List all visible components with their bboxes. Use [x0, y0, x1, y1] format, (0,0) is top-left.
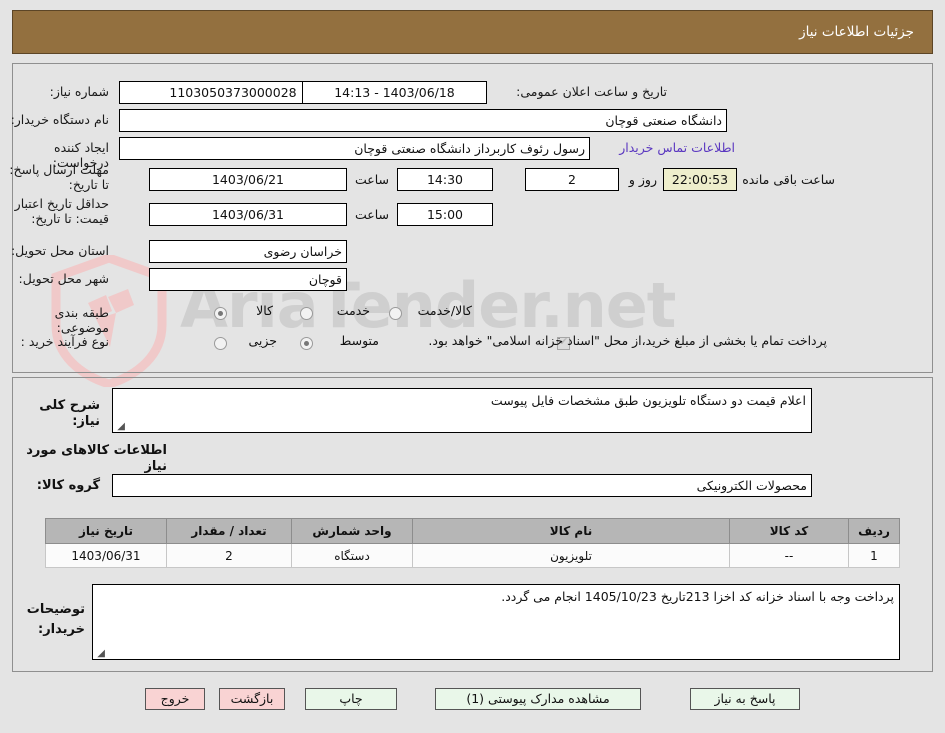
buyer-comments-textarea[interactable]: پرداخت وجه با اسناد خزانه کد اخزا 213تار… [92, 584, 900, 660]
cell-vahed: دستگاه [291, 543, 413, 568]
city-label: شهر محل تحویل: [18, 271, 109, 286]
response-deadline-date: 1403/06/21 [149, 168, 347, 191]
price-validity-time-label: ساعت [354, 207, 389, 222]
buyer-org-label: نام دستگاه خریدار: [10, 112, 109, 127]
countdown-timer: 22:00:53 [663, 168, 737, 191]
radio-process-jozei[interactable] [214, 337, 227, 350]
buyer-comments-label: توضیحات خریدار: [26, 602, 85, 637]
cell-radif: 1 [848, 543, 900, 568]
col-nam-kala: نام کالا [412, 518, 730, 544]
response-deadline-time-label: ساعت [354, 172, 389, 187]
table-header-row: ردیف کد کالا نام کالا واحد شمارش تعداد /… [45, 518, 900, 544]
province-value: خراسان رضوی [149, 240, 347, 263]
response-deadline-time: 14:30 [397, 168, 493, 191]
announce-datetime-value: 1403/06/18 - 14:13 [302, 81, 487, 104]
col-vahed: واحد شمارش [291, 518, 413, 544]
page-root: AriaTender.net جزئیات اطلاعات نیاز شماره… [0, 0, 945, 733]
price-validity-date: 1403/06/31 [149, 203, 347, 226]
process-type-label: نوع فرآیند خرید : [20, 334, 109, 349]
radio-process-motavaset-label: متوسط [339, 333, 379, 348]
buyer-comments-value: پرداخت وجه با اسناد خزانه کد اخزا 213تار… [501, 589, 894, 604]
radio-category-kala-label: کالا [256, 303, 273, 318]
table-row[interactable]: 1 -- تلویزیون دستگاه 2 1403/06/31 [45, 543, 900, 568]
resize-grip-icon[interactable]: ◢ [115, 422, 125, 432]
price-validity-label: حداقل تاریخ اعتبار قیمت: تا تاریخ: [14, 196, 109, 226]
buyer-org-value: دانشگاه صنعتی قوچان [119, 109, 727, 132]
remaining-days-label: روز و [628, 172, 657, 187]
response-deadline-label: مهلت ارسال پاسخ: تا تاریخ: [9, 162, 109, 192]
radio-process-jozei-label: جزیی [248, 333, 277, 348]
page-title: جزئیات اطلاعات نیاز [799, 24, 914, 40]
summary-label: شرح کلی نیاز: [39, 398, 100, 429]
col-tedad: تعداد / مقدار [166, 518, 292, 544]
price-validity-time: 15:00 [397, 203, 493, 226]
window-title-bar: جزئیات اطلاعات نیاز [12, 10, 933, 54]
province-label: استان محل تحویل: [10, 243, 109, 258]
announce-datetime-label: تاریخ و ساعت اعلان عمومی: [516, 84, 667, 99]
goods-group-value: محصولات الکترونیکی [112, 474, 812, 497]
radio-category-kala-khedmat[interactable] [389, 307, 402, 320]
category-label: طبقه بندی موضوعی: [54, 305, 109, 335]
back-button[interactable]: بازگشت [219, 688, 285, 710]
need-number-label: شماره نیاز: [49, 84, 109, 99]
respond-button[interactable]: پاسخ به نیاز [690, 688, 800, 710]
remaining-hours-label: ساعت باقی مانده [742, 172, 835, 187]
goods-table: ردیف کد کالا نام کالا واحد شمارش تعداد /… [45, 518, 900, 568]
goods-group-label: گروه کالا: [36, 478, 100, 493]
view-attachments-button[interactable]: مشاهده مدارک پیوستی (1) [435, 688, 641, 710]
cell-kod-kala: -- [729, 543, 849, 568]
buyer-contact-link[interactable]: اطلاعات تماس خریدار [619, 140, 735, 155]
col-kod-kala: کد کالا [729, 518, 849, 544]
radio-category-khedmat[interactable] [300, 307, 313, 320]
cell-tedad: 2 [166, 543, 292, 568]
city-value: قوچان [149, 268, 347, 291]
radio-process-motavaset[interactable] [300, 337, 313, 350]
remaining-days-value: 2 [525, 168, 619, 191]
resize-grip-icon-2[interactable]: ◢ [95, 649, 105, 659]
cell-nam-kala: تلویزیون [412, 543, 730, 568]
col-tarikh: تاریخ نیاز [45, 518, 167, 544]
radio-category-kala[interactable] [214, 307, 227, 320]
print-button[interactable]: چاپ [305, 688, 397, 710]
radio-category-kala-khedmat-label: کالا/خدمت [417, 303, 472, 318]
col-radif: ردیف [848, 518, 900, 544]
summary-textarea[interactable]: اعلام قیمت دو دستگاه تلویزیون طبق مشخصات… [112, 388, 812, 433]
requester-value: رسول رئوف کاربرداز دانشگاه صنعتی قوچان [119, 137, 590, 160]
goods-section-title: اطلاعات کالاهای مورد نیاز [26, 443, 167, 474]
cell-tarikh: 1403/06/31 [45, 543, 167, 568]
radio-category-khedmat-label: خدمت [336, 303, 370, 318]
exit-button[interactable]: خروج [145, 688, 205, 710]
treasury-note-text: پرداخت تمام یا بخشی از مبلغ خرید،از محل … [428, 333, 827, 348]
summary-value: اعلام قیمت دو دستگاه تلویزیون طبق مشخصات… [490, 393, 806, 408]
